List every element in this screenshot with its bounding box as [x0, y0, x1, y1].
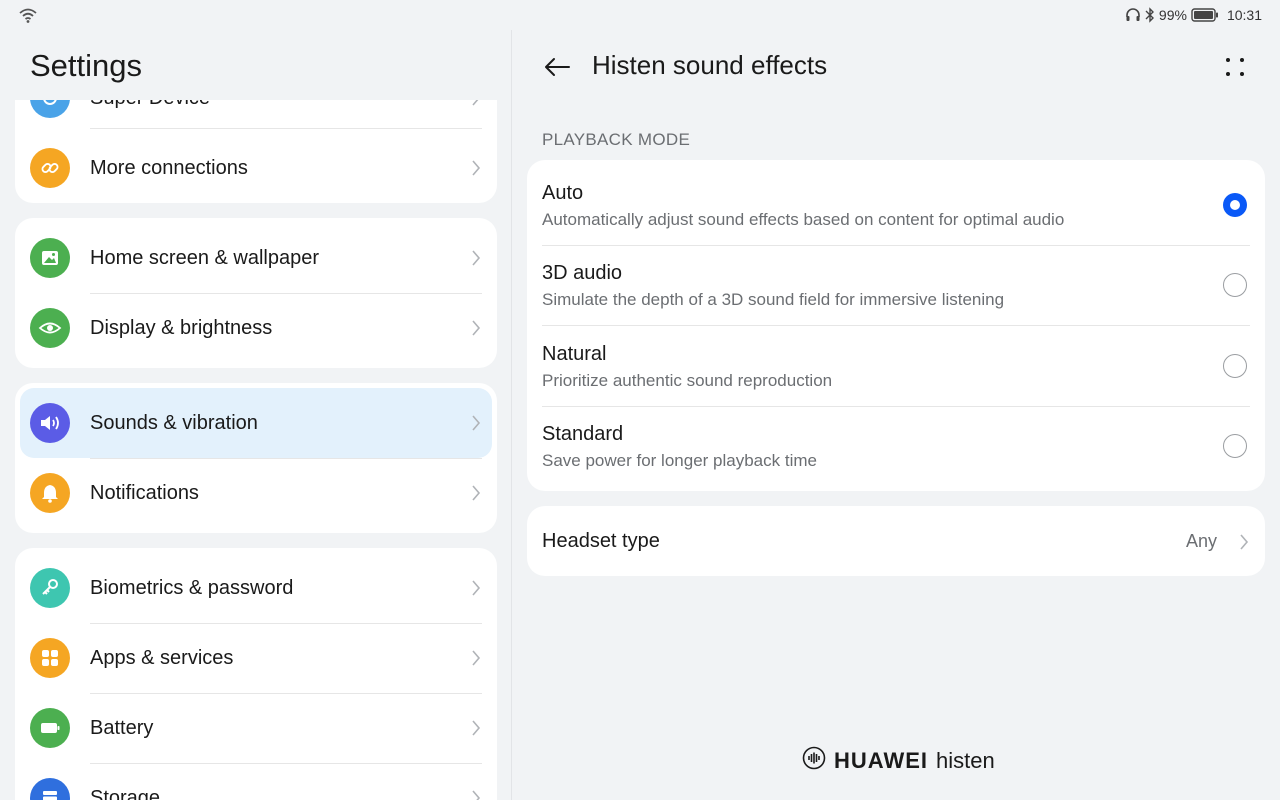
settings-item-label: Display & brightness — [90, 317, 273, 339]
settings-item-more-connections[interactable]: More connections — [15, 133, 497, 203]
image-icon — [30, 238, 70, 278]
settings-item-battery[interactable]: Battery — [15, 693, 497, 763]
settings-item-home-screen[interactable]: Home screen & wallpaper — [15, 223, 497, 293]
option-natural[interactable]: Natural Prioritize authentic sound repro… — [527, 321, 1265, 401]
more-options-button[interactable] — [1218, 50, 1252, 84]
storage-icon — [30, 778, 70, 800]
settings-group-display: Home screen & wallpaper Display & bright… — [15, 218, 497, 368]
settings-list[interactable]: Super Device More connections Home scree… — [0, 100, 511, 800]
playback-mode-card: Auto Automatically adjust sound effects … — [527, 160, 1265, 491]
radio-button[interactable] — [1223, 354, 1247, 378]
option-description: Automatically adjust sound effects based… — [542, 210, 1065, 229]
section-header-playback-mode: PLAYBACK MODE — [542, 130, 691, 149]
chevron-right-icon — [471, 319, 481, 342]
headset-type-label: Headset type — [542, 530, 660, 552]
brand-huawei: HUAWEI — [834, 748, 928, 773]
radio-button[interactable] — [1223, 434, 1247, 458]
settings-title: Settings — [30, 48, 143, 83]
settings-item-label: More connections — [90, 157, 248, 179]
option-description: Simulate the depth of a 3D sound field f… — [542, 290, 1005, 309]
bluetooth-icon — [1145, 7, 1155, 23]
headphones-icon — [1125, 7, 1141, 23]
settings-item-label: Apps & services — [90, 647, 234, 669]
option-title: 3D audio — [542, 262, 623, 284]
radio-button[interactable] — [1223, 193, 1247, 217]
chevron-right-icon — [471, 719, 481, 742]
chevron-right-icon — [471, 649, 481, 672]
back-arrow-icon — [545, 58, 570, 76]
settings-item-label: Storage — [90, 787, 161, 800]
more-dots-icon — [1226, 58, 1244, 76]
option-description: Prioritize authentic sound reproduction — [542, 371, 833, 390]
wifi-icon — [18, 7, 38, 28]
chevron-right-icon — [471, 249, 481, 272]
chevron-right-icon — [471, 484, 481, 507]
chevron-right-icon — [471, 579, 481, 602]
option-standard[interactable]: Standard Save power for longer playback … — [527, 401, 1265, 481]
settings-item-label: Super Device — [90, 100, 210, 110]
eye-icon — [30, 308, 70, 348]
super-device-icon — [30, 100, 70, 118]
settings-item-label: Notifications — [90, 482, 199, 504]
settings-item-storage[interactable]: Storage — [15, 763, 497, 800]
settings-group-sound: Sounds & vibration Notifications — [15, 383, 497, 533]
settings-item-label: Home screen & wallpaper — [90, 247, 319, 269]
chevron-right-icon — [1239, 533, 1249, 556]
battery-status-icon — [1191, 8, 1219, 22]
bell-icon — [30, 473, 70, 513]
option-3d-audio[interactable]: 3D audio Simulate the depth of a 3D soun… — [527, 240, 1265, 320]
settings-item-apps-services[interactable]: Apps & services — [15, 623, 497, 693]
option-auto[interactable]: Auto Automatically adjust sound effects … — [527, 160, 1265, 240]
settings-item-sounds-vibration[interactable]: Sounds & vibration — [20, 388, 492, 458]
huawei-histen-logo: HUAWEI histen — [802, 746, 995, 776]
histen-logo-icon — [802, 746, 826, 776]
settings-panel: Settings Super Device More connections — [0, 30, 511, 800]
chevron-right-icon — [471, 414, 481, 437]
settings-group-connectivity: Super Device More connections — [15, 100, 497, 203]
option-title: Auto — [542, 182, 584, 204]
status-bar: 99% 10:31 — [0, 0, 1280, 30]
back-button[interactable] — [540, 50, 574, 84]
chevron-right-icon — [471, 100, 481, 112]
clock: 10:31 — [1226, 7, 1262, 23]
detail-panel: Histen sound effects PLAYBACK MODE Auto … — [512, 30, 1280, 800]
key-icon — [30, 568, 70, 608]
chevron-right-icon — [471, 789, 481, 800]
settings-group-system: Biometrics & password Apps & services Ba… — [15, 548, 497, 800]
settings-item-notifications[interactable]: Notifications — [15, 458, 497, 528]
settings-item-label: Sounds & vibration — [90, 412, 258, 434]
speaker-icon — [30, 403, 70, 443]
brand-histen: histen — [936, 748, 995, 773]
settings-item-label: Battery — [90, 717, 154, 739]
battery-percent: 99% — [1158, 7, 1187, 23]
link-icon — [30, 148, 70, 188]
page-title: Histen sound effects — [592, 50, 828, 80]
option-description: Save power for longer playback time — [542, 451, 817, 470]
apps-icon — [30, 638, 70, 678]
settings-item-label: Biometrics & password — [90, 577, 294, 599]
settings-item-biometrics[interactable]: Biometrics & password — [15, 553, 497, 623]
headset-type-value: Any — [1185, 531, 1217, 551]
radio-button[interactable] — [1223, 273, 1247, 297]
option-title: Natural — [542, 343, 607, 365]
option-title: Standard — [542, 423, 624, 445]
settings-item-display[interactable]: Display & brightness — [15, 293, 497, 363]
battery-icon — [30, 708, 70, 748]
headset-type-row[interactable]: Headset type Any — [527, 506, 1265, 576]
chevron-right-icon — [471, 159, 481, 182]
